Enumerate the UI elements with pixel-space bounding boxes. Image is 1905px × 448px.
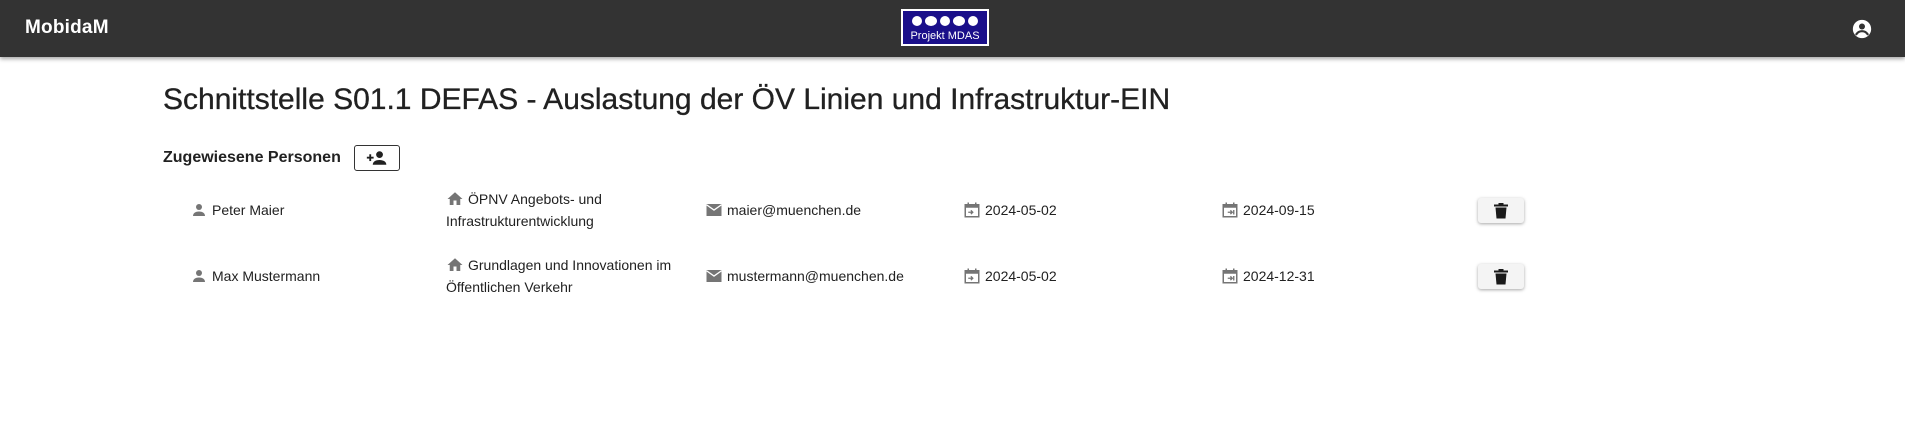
- start-date: 2024-05-02: [985, 202, 1057, 218]
- person-name-cell: Peter Maier: [190, 183, 284, 237]
- account-circle-icon[interactable]: [1852, 19, 1872, 39]
- delete-person-button[interactable]: [1478, 264, 1524, 289]
- end-date: 2024-12-31: [1243, 268, 1315, 284]
- email-cell: maier@muenchen.de: [705, 183, 861, 237]
- calendar-start-icon: [964, 202, 980, 218]
- trash-icon: [1494, 202, 1508, 218]
- department-cell: ÖPNV Angebots- und Infrastrukturentwickl…: [446, 188, 602, 242]
- department-line1: Grundlagen und Innovationen im: [468, 257, 672, 273]
- logo-icons: [903, 16, 987, 26]
- assigned-persons-header: Zugewiesene Personen: [163, 145, 400, 171]
- calendar-start-icon: [964, 268, 980, 284]
- start-date-cell: 2024-05-02: [963, 183, 1057, 237]
- person-name: Max Mustermann: [212, 268, 321, 284]
- end-date-cell: 2024-12-31: [1221, 249, 1315, 303]
- logo-text: Projekt MDAS: [910, 30, 980, 42]
- calendar-end-icon: [1222, 202, 1238, 218]
- department-line2: Infrastrukturentwicklung: [446, 213, 594, 229]
- person-email: mustermann@muenchen.de: [727, 268, 904, 284]
- app-title[interactable]: MobidaM: [25, 17, 109, 39]
- email-cell: mustermann@muenchen.de: [705, 249, 904, 303]
- section-title: Zugewiesene Personen: [163, 149, 341, 166]
- mail-icon: [706, 270, 722, 282]
- person-row: Peter Maier ÖPNV Angebots- und Infrastru…: [0, 183, 1905, 237]
- department-cell: Grundlagen und Innovationen im Öffentlic…: [446, 254, 671, 308]
- person-add-icon: [366, 151, 387, 165]
- top-app-bar: MobidaM Projekt MDAS: [0, 0, 1905, 57]
- end-date: 2024-09-15: [1243, 202, 1315, 218]
- end-date-cell: 2024-09-15: [1221, 183, 1315, 237]
- person-name: Peter Maier: [212, 202, 285, 218]
- department-line1: ÖPNV Angebots- und: [468, 191, 602, 207]
- person-icon: [193, 270, 205, 282]
- project-logo: Projekt MDAS: [901, 9, 989, 46]
- calendar-end-icon: [1222, 268, 1238, 284]
- person-name-cell: Max Mustermann: [190, 249, 320, 303]
- trash-icon: [1494, 268, 1508, 284]
- page-title: Schnittstelle S01.1 DEFAS - Auslastung d…: [163, 83, 1171, 116]
- home-icon: [447, 192, 463, 205]
- start-date-cell: 2024-05-02: [963, 249, 1057, 303]
- department-line2: Öffentlichen Verkehr: [446, 279, 573, 295]
- add-person-button[interactable]: [353, 145, 400, 171]
- person-icon: [193, 204, 205, 216]
- delete-person-button[interactable]: [1478, 198, 1524, 223]
- person-row: Max Mustermann Grundlagen und Innovation…: [0, 249, 1905, 303]
- start-date: 2024-05-02: [985, 268, 1057, 284]
- home-icon: [447, 258, 463, 271]
- person-email: maier@muenchen.de: [727, 202, 862, 218]
- mail-icon: [706, 204, 722, 216]
